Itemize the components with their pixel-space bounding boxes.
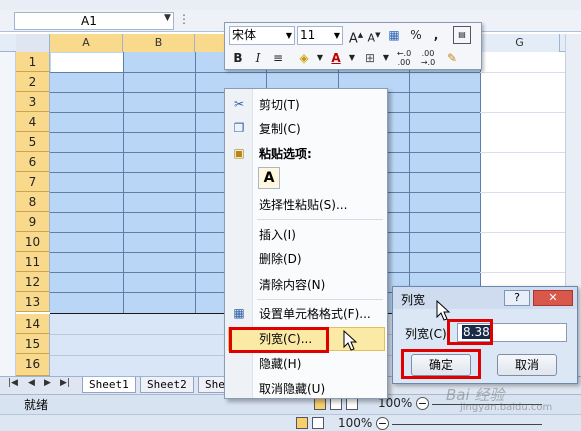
row-header-1[interactable]: 1 <box>16 52 50 72</box>
select-all-corner[interactable] <box>16 34 50 52</box>
zoom-percent-2[interactable]: 100% <box>338 416 372 430</box>
row-header-8[interactable]: 8 <box>16 192 50 212</box>
align-center-icon[interactable]: ≡ <box>269 49 287 67</box>
prev-sheet-icon[interactable]: ◀ <box>28 378 35 388</box>
increase-font-icon[interactable]: A▲ <box>347 26 365 46</box>
first-sheet-icon[interactable]: |◀ <box>8 378 18 388</box>
status-bar-secondary <box>0 414 581 431</box>
row-header-14[interactable]: 14 <box>16 314 50 334</box>
help-button[interactable]: ? <box>504 290 530 306</box>
comma-style-icon[interactable]: , <box>427 26 445 44</box>
percent-style-icon[interactable]: % <box>407 26 425 44</box>
row-header-10[interactable]: 10 <box>16 232 50 252</box>
column-header-g[interactable]: G <box>480 34 560 52</box>
column-header-b[interactable]: B <box>123 34 195 52</box>
row-header-6[interactable]: 6 <box>16 152 50 172</box>
page-layout-view-icon[interactable] <box>330 398 342 410</box>
watermark-url: jingyan.baidu.com <box>460 402 553 413</box>
menu-item-unhide[interactable]: 取消隐藏(U) <box>259 379 325 399</box>
status-ready: 就绪 <box>24 398 49 412</box>
menu-item-format-cells[interactable]: 设置单元格格式(F)... <box>259 304 371 324</box>
row-header-7[interactable]: 7 <box>16 172 50 192</box>
column-header-c[interactable] <box>195 34 225 52</box>
mouse-cursor-icon <box>436 300 451 321</box>
column-width-label: 列宽(C): <box>405 327 451 341</box>
row-header-4[interactable]: 4 <box>16 112 50 132</box>
row-header-13[interactable]: 13 <box>16 292 50 312</box>
menu-separator <box>257 299 383 300</box>
chevron-down-icon[interactable]: ▼ <box>334 27 340 44</box>
highlight-box-ok <box>401 349 481 379</box>
page-break-view-icon[interactable] <box>346 398 358 410</box>
row-header-15[interactable]: 15 <box>16 334 50 354</box>
row-header-11[interactable]: 11 <box>16 252 50 272</box>
mouse-cursor-icon <box>343 330 358 351</box>
column-header-a[interactable]: A <box>50 34 123 52</box>
name-box-value: A1 <box>81 14 97 28</box>
context-menu: ✂ 剪切(T) ❐ 复制(C) ▣ 粘贴选项: A 选择性粘贴(S)... 插入… <box>224 88 388 399</box>
sheet-tab-1[interactable]: Sheet1 <box>82 377 136 393</box>
active-cell-a1[interactable] <box>51 53 123 72</box>
menu-item-copy[interactable]: 复制(C) <box>259 119 301 139</box>
copy-icon: ❐ <box>233 121 245 135</box>
normal-view-icon-2[interactable] <box>296 417 308 429</box>
menu-item-hide[interactable]: 隐藏(H) <box>259 354 301 374</box>
close-button[interactable]: ✕ <box>533 290 573 306</box>
dialog-title: 列宽 <box>401 293 426 307</box>
menu-separator <box>257 219 383 220</box>
row-header-12[interactable]: 12 <box>16 272 50 292</box>
grid-line <box>50 72 480 73</box>
decrease-decimal-icon[interactable]: .00 →.0 <box>419 49 437 67</box>
column-width-dialog: 列宽 ? ✕ 列宽(C): 8.38 确定 取消 <box>392 286 578 384</box>
sheet-tab-2[interactable]: Sheet2 <box>140 377 194 393</box>
formula-bar-divider: ⋮ <box>178 12 190 26</box>
cut-icon: ✂ <box>233 97 245 111</box>
font-name-value: 宋体 <box>232 28 257 42</box>
decrease-font-icon[interactable]: A▼ <box>365 26 383 45</box>
chevron-down-icon[interactable]: ▼ <box>377 49 395 67</box>
paste-values-button[interactable]: A <box>258 167 280 189</box>
mini-toolbar: 宋体 ▼ 11 ▼ A▲ A▼ ▦ % , ▤ B I ≡ ◈ ▼ A ▼ ⊞ … <box>224 22 482 70</box>
format-painter-icon[interactable]: ✎ <box>443 49 461 67</box>
font-size-combo[interactable]: 11 ▼ <box>297 26 343 45</box>
zoom-out-icon[interactable]: − <box>416 397 429 410</box>
increase-decimal-icon[interactable]: ←.0.00 <box>395 49 413 67</box>
row-outline-gutter <box>0 34 16 376</box>
grid-line <box>480 52 481 314</box>
row-header-3[interactable]: 3 <box>16 92 50 112</box>
accounting-format-icon[interactable]: ▦ <box>385 26 403 44</box>
row-header-16[interactable]: 16 <box>16 354 50 376</box>
cancel-button[interactable]: 取消 <box>497 354 557 376</box>
row-header-9[interactable]: 9 <box>16 212 50 232</box>
last-sheet-icon[interactable]: ▶| <box>60 378 70 388</box>
next-sheet-icon[interactable]: ▶ <box>44 378 51 388</box>
font-name-combo[interactable]: 宋体 ▼ <box>229 26 295 45</box>
font-size-value: 11 <box>300 28 316 42</box>
format-cells-icon: ▦ <box>233 306 245 320</box>
menu-item-paste-special[interactable]: 选择性粘贴(S)... <box>259 195 347 215</box>
paste-icon: ▣ <box>233 146 245 160</box>
page-layout-view-icon-2[interactable] <box>312 417 324 429</box>
zoom-out-icon-2[interactable]: − <box>376 417 389 430</box>
highlight-box-input <box>447 319 493 345</box>
normal-view-icon[interactable] <box>314 398 326 410</box>
bold-icon[interactable]: B <box>229 49 247 67</box>
row-header-5[interactable]: 5 <box>16 132 50 152</box>
italic-icon[interactable]: I <box>249 49 267 67</box>
name-box[interactable]: A1 <box>14 12 174 30</box>
chevron-down-icon[interactable]: ▼ <box>286 27 292 44</box>
row-header-2[interactable]: 2 <box>16 72 50 92</box>
menu-paste-options-header: 粘贴选项: <box>259 147 312 161</box>
menu-item-clear[interactable]: 清除内容(N) <box>259 275 325 295</box>
format-cells-icon[interactable]: ▤ <box>453 26 471 44</box>
menu-item-insert[interactable]: 插入(I) <box>259 225 296 245</box>
menu-item-cut[interactable]: 剪切(T) <box>259 95 300 115</box>
menu-item-delete[interactable]: 删除(D) <box>259 249 302 269</box>
highlight-box-column-width <box>229 327 329 353</box>
name-box-dropdown-icon[interactable]: ▼ <box>164 13 171 23</box>
zoom-slider-2[interactable] <box>392 424 542 425</box>
chevron-down-icon[interactable]: ▼ <box>343 49 361 67</box>
